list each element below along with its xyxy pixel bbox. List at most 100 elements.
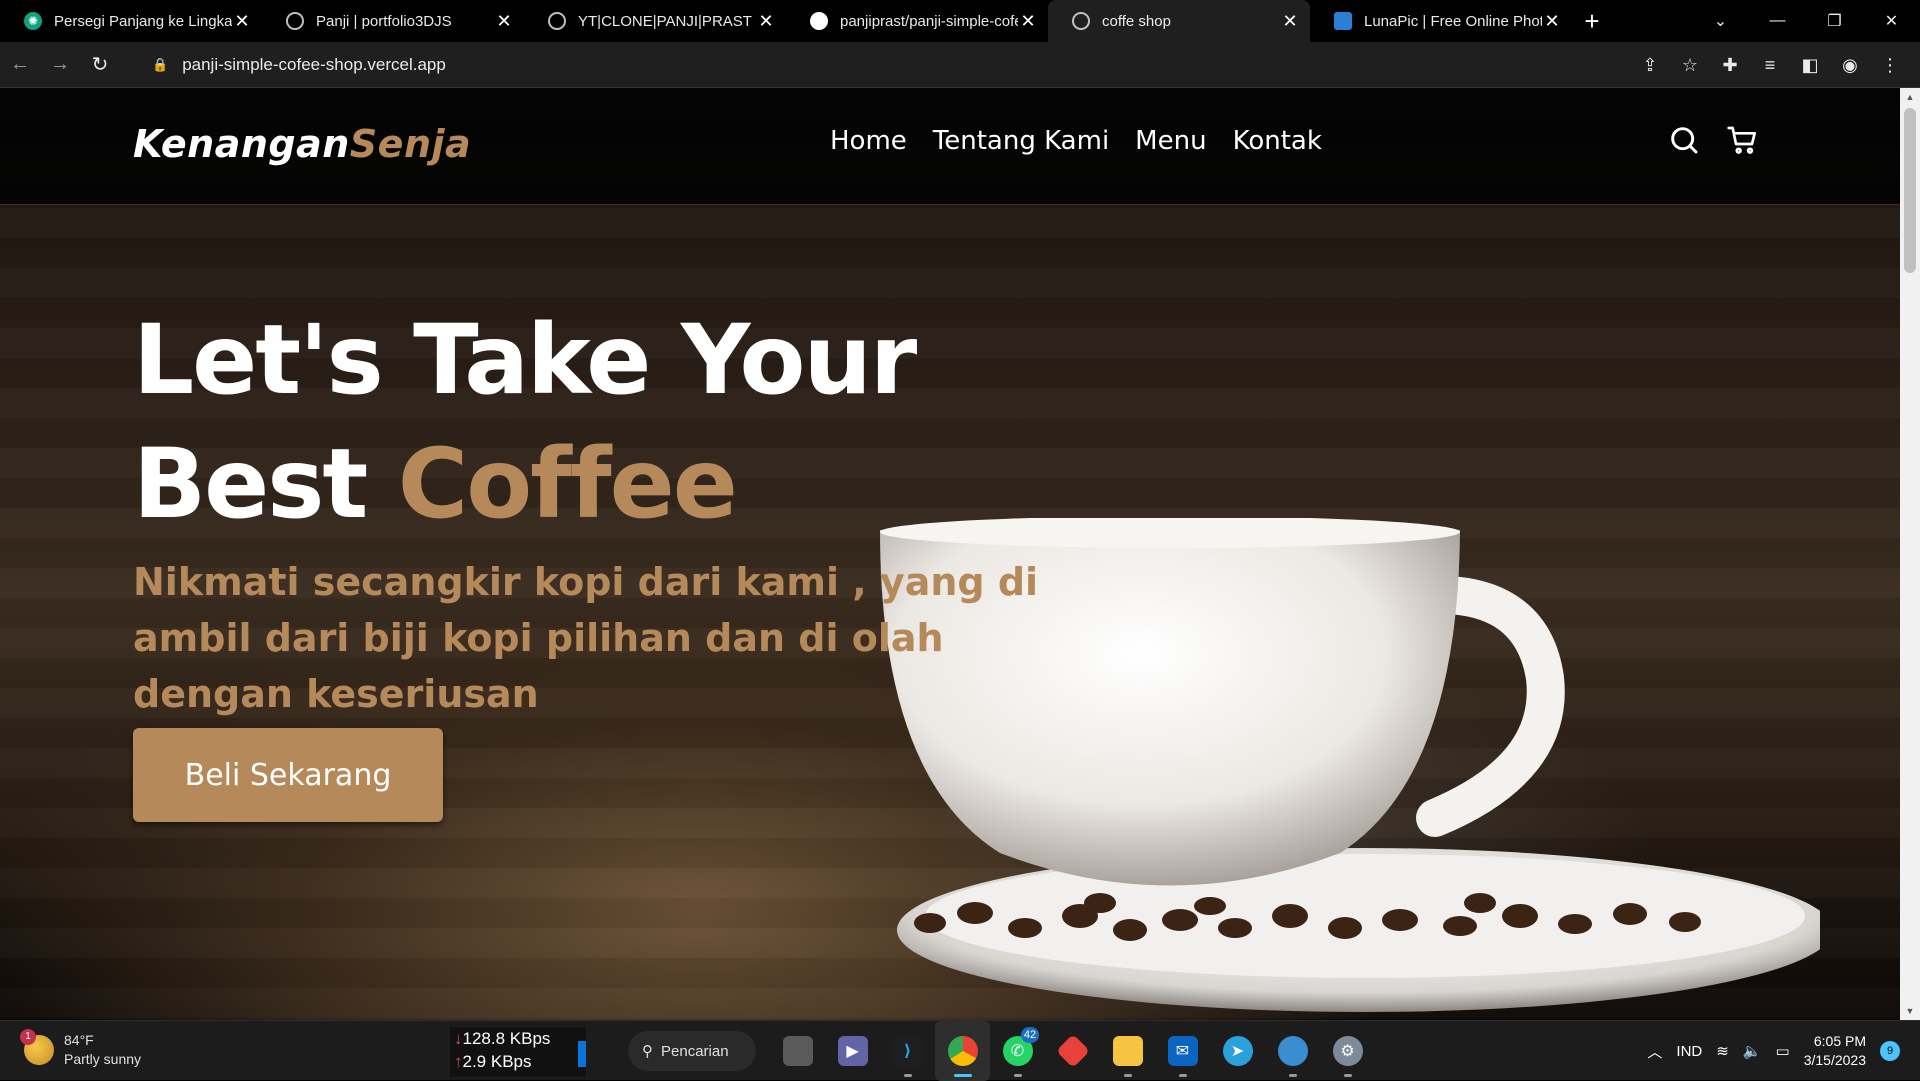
beli-sekarang-button[interactable]: Beli Sekarang [133, 728, 443, 822]
tab-1[interactable]: Panji | portfolio3DJS ✕ [262, 0, 524, 42]
close-tab-icon[interactable]: ✕ [1280, 11, 1300, 32]
weather-widget[interactable]: 1 84°F Partly sunny [20, 1029, 142, 1069]
browser-window: ✺ Persegi Panjang ke Lingkaran ✕ Panji |… [0, 0, 1920, 1020]
close-tab-icon[interactable]: ✕ [494, 11, 514, 32]
bookmark-star-icon[interactable]: ☆ [1670, 55, 1710, 76]
weather-badge: 1 [20, 1029, 36, 1045]
search-icon: ⚲ [642, 1043, 653, 1060]
close-window-icon[interactable]: ✕ [1863, 11, 1920, 31]
lunapic-icon [1334, 12, 1352, 30]
chat-icon: ▶ [837, 1036, 868, 1066]
page-viewport: KenanganSenja Home Tentang Kami Menu Kon… [0, 88, 1900, 1020]
git-icon [1055, 1034, 1090, 1068]
folder-icon [1112, 1036, 1143, 1066]
chevron-up-icon[interactable]: ︿ [1647, 1041, 1662, 1062]
nav-kontak[interactable]: Kontak [1233, 126, 1322, 156]
media-icon[interactable]: ≡ [1750, 55, 1790, 76]
tab-title: LunaPic | Free Online Photo Editor [1364, 12, 1542, 30]
tab-5[interactable]: LunaPic | Free Online Photo Editor ✕ [1310, 0, 1572, 42]
github-icon [810, 12, 828, 30]
language-indicator[interactable]: IND [1676, 1043, 1702, 1060]
site-logo[interactable]: KenanganSenja [133, 122, 471, 166]
vscode-app[interactable]: ⟩ [880, 1021, 935, 1081]
menu-kebab-icon[interactable]: ⋮ [1870, 55, 1910, 76]
clock[interactable]: 6:05 PM 3/15/2023 [1804, 1032, 1866, 1070]
git-app[interactable] [1045, 1021, 1100, 1081]
close-tab-icon[interactable]: ✕ [756, 11, 776, 32]
scroll-up-icon[interactable]: ▲ [1900, 92, 1920, 102]
scrollbar-thumb[interactable] [1904, 108, 1916, 273]
globe-icon [1072, 12, 1090, 30]
close-tab-icon[interactable]: ✕ [232, 11, 252, 32]
page-scrollbar[interactable]: ▲ ▼ [1900, 88, 1920, 1020]
tab-title: Persegi Panjang ke Lingkaran [54, 12, 232, 30]
tab-title: Panji | portfolio3DJS [316, 12, 452, 30]
system-tray: ︿ IND ≋ 🔈 ▭ 6:05 PM 3/15/2023 9 [1647, 1021, 1900, 1081]
task-view-app[interactable] [770, 1021, 825, 1081]
clock-time: 6:05 PM [1813, 1033, 1866, 1049]
battery-icon[interactable]: ▭ [1776, 1042, 1790, 1060]
mail-app[interactable]: ✉ [1155, 1021, 1210, 1081]
tab-0[interactable]: ✺ Persegi Panjang ke Lingkaran ✕ [0, 0, 262, 42]
upload-arrow-icon: ↑ [454, 1052, 463, 1071]
search-label: Pencarian [661, 1042, 729, 1060]
forward-icon[interactable]: → [40, 53, 80, 76]
nav-home[interactable]: Home [830, 126, 907, 156]
scroll-down-icon[interactable]: ▼ [1900, 1006, 1920, 1016]
hero-section: Let's Take Your Best Coffee Nikmati seca… [133, 298, 1063, 822]
back-icon[interactable]: ← [0, 53, 40, 76]
globe-app[interactable] [1265, 1021, 1320, 1081]
vscode-icon: ⟩ [892, 1036, 923, 1066]
site-menu: Home Tentang Kami Menu Kontak [830, 126, 1322, 156]
tab-title: panjiprast/panji-simple-cofee-shop [840, 12, 1018, 30]
notification-badge[interactable]: 9 [1880, 1041, 1900, 1061]
teams-chat-app[interactable]: ▶ [825, 1021, 880, 1081]
close-tab-icon[interactable]: ✕ [1542, 11, 1562, 32]
hero-line-1: Let's Take Your [133, 304, 917, 416]
extensions-icon[interactable]: ✚ [1710, 55, 1750, 76]
devtools-extension-icon[interactable]: ◉ [1830, 55, 1870, 76]
logo-main: Kenangan [133, 122, 350, 166]
share-icon[interactable]: ⇪ [1630, 55, 1670, 76]
nav-menu[interactable]: Menu [1135, 126, 1206, 156]
browser-toolbar: ← → ↻ 🔒 panji-simple-cofee-shop.vercel.a… [0, 42, 1920, 88]
settings-app[interactable]: ⚙ [1320, 1021, 1375, 1081]
tab-strip: ✺ Persegi Panjang ke Lingkaran ✕ Panji |… [0, 0, 1920, 42]
minimize-icon[interactable]: — [1749, 12, 1806, 30]
tab-4[interactable]: coffe shop ✕ [1048, 0, 1310, 42]
new-tab-button[interactable]: + [1572, 6, 1612, 37]
whatsapp-app[interactable]: ✆ 42 [990, 1021, 1045, 1081]
tab-title: coffe shop [1102, 12, 1171, 30]
taskbar-search[interactable]: ⚲ Pencarian [628, 1031, 756, 1071]
wifi-icon[interactable]: ≋ [1716, 1042, 1729, 1060]
close-tab-icon[interactable]: ✕ [1018, 11, 1038, 32]
url-text[interactable]: panji-simple-cofee-shop.vercel.app [182, 55, 446, 75]
tab-search-icon[interactable]: ⌄ [1692, 11, 1749, 31]
reload-icon[interactable]: ↻ [80, 52, 120, 77]
net-up: 2.9 KBps [462, 1052, 532, 1071]
hero-line-2: Best [133, 428, 398, 540]
tab-3[interactable]: panjiprast/panji-simple-cofee-shop ✕ [786, 0, 1048, 42]
hero-heading: Let's Take Your Best Coffee [133, 298, 1063, 546]
tab-2[interactable]: YT|CLONE|PANJI|PRAST ✕ [524, 0, 786, 42]
clock-date: 3/15/2023 [1803, 1052, 1866, 1068]
lock-icon[interactable]: 🔒 [152, 57, 168, 73]
restore-icon[interactable]: ❐ [1806, 11, 1863, 31]
telegram-app[interactable]: ➤ [1210, 1021, 1265, 1081]
whatsapp-badge: 42 [1021, 1027, 1039, 1043]
partly-sunny-icon: 1 [20, 1029, 54, 1065]
network-speed-meter: ↓128.8 KBps ↑2.9 KBps [450, 1027, 586, 1077]
hero-description: Nikmati secangkir kopi dari kami , yang … [133, 560, 1039, 716]
side-panel-icon[interactable]: ◧ [1790, 55, 1830, 76]
shopping-cart-icon[interactable] [1726, 124, 1758, 156]
address-bar[interactable]: 🔒 panji-simple-cofee-shop.vercel.app [140, 50, 1600, 80]
nav-tentang-kami[interactable]: Tentang Kami [933, 126, 1109, 156]
net-down: 128.8 KBps [462, 1029, 551, 1048]
chrome-app[interactable] [935, 1021, 990, 1081]
weather-desc: Partly sunny [64, 1051, 142, 1067]
chrome-icon [947, 1036, 978, 1066]
file-explorer-app[interactable] [1100, 1021, 1155, 1081]
volume-icon[interactable]: 🔈 [1743, 1042, 1762, 1060]
search-icon[interactable] [1668, 124, 1700, 156]
toolbar-actions: ⇪ ☆ ✚ ≡ ◧ ◉ ⋮ [1630, 42, 1910, 88]
